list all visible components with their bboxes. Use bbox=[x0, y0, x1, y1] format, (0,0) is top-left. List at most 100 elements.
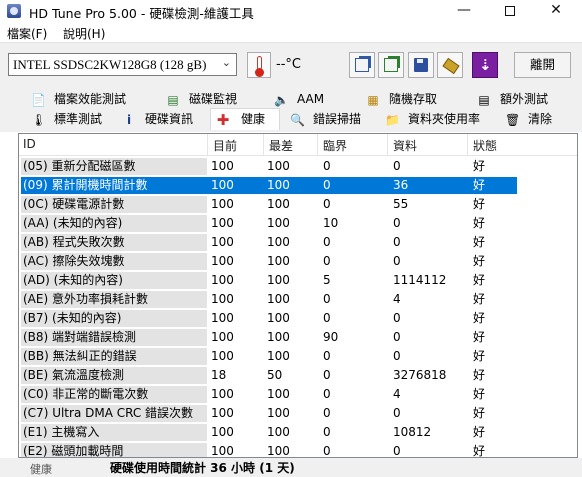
trash-icon: 🗑 bbox=[505, 113, 521, 127]
cell-threshold: 10 bbox=[323, 216, 339, 230]
table-row[interactable]: (C0) 非正常的斷電次數 100 100 0 4 好 bbox=[19, 385, 577, 404]
cell-threshold: 0 bbox=[323, 197, 331, 211]
cell-current: 100 bbox=[211, 330, 234, 344]
cell-data: 3276818 bbox=[393, 368, 447, 382]
table-row[interactable]: (AC) 擦除失效塊數 100 100 0 0 好 bbox=[19, 252, 577, 271]
menu-file[interactable]: 檔案(F) bbox=[7, 25, 47, 42]
close-button[interactable]: ✕ bbox=[533, 0, 579, 22]
exit-button[interactable]: 離開 bbox=[514, 52, 571, 78]
smart-attributes-table[interactable]: ID 目前 最差 臨界 資料 狀態 (05) 重新分配磁區數 100 100 0 0 好(… bbox=[18, 133, 578, 458]
cell-data: 0 bbox=[393, 349, 401, 363]
cell-threshold: 0 bbox=[323, 349, 331, 363]
cell-data: 0 bbox=[393, 216, 401, 230]
cell-threshold: 0 bbox=[323, 387, 331, 401]
table-row[interactable]: (BE) 氣流溫度檢測 18 50 0 3276818 好 bbox=[19, 366, 577, 385]
cell-current: 100 bbox=[211, 216, 234, 230]
cell-threshold: 0 bbox=[323, 292, 331, 306]
column-header-threshold[interactable]: 臨界 bbox=[323, 137, 347, 154]
folder-icon: 📁 bbox=[385, 113, 400, 127]
cell-worst: 50 bbox=[267, 368, 283, 382]
table-row[interactable]: (09) 累計開機時間計數 100 100 0 36 好 bbox=[19, 176, 577, 195]
info-icon: i bbox=[126, 113, 132, 127]
table-row[interactable]: (B7) (未知的內容) 100 100 0 0 好 bbox=[19, 309, 577, 328]
cell-status: 好 bbox=[473, 197, 486, 211]
table-row[interactable]: (E1) 主機寫入 100 100 0 10812 好 bbox=[19, 423, 577, 442]
benchmark-icon: 🌡 bbox=[31, 113, 47, 127]
table-row[interactable]: (AE) 意外功率損耗計數 100 100 0 4 好 bbox=[19, 290, 577, 309]
selection-highlight bbox=[207, 177, 517, 194]
cell-worst: 100 bbox=[267, 235, 290, 249]
cell-status: 好 bbox=[473, 387, 486, 401]
cell-data: 0 bbox=[393, 311, 401, 325]
cell-current: 100 bbox=[211, 178, 234, 192]
column-header-worst[interactable]: 最差 bbox=[269, 137, 293, 154]
table-row[interactable]: (E2) 磁頭加載時間 100 100 0 0 好 bbox=[19, 442, 577, 457]
table-row[interactable]: (AB) 程式失敗次數 100 100 0 0 好 bbox=[19, 233, 577, 252]
magnifier-icon: 🔍 bbox=[290, 113, 305, 127]
random-access-icon: ▦ bbox=[367, 93, 379, 107]
cell-worst: 100 bbox=[267, 406, 290, 420]
column-header-current[interactable]: 目前 bbox=[213, 137, 237, 154]
cell-worst: 100 bbox=[267, 216, 290, 230]
column-header-data[interactable]: 資料 bbox=[393, 137, 417, 154]
cell-status: 好 bbox=[473, 368, 486, 382]
drive-select[interactable]: INTEL SSDSC2KW128G8 (128 gB) ⌄ bbox=[8, 53, 237, 76]
cell-data: 0 bbox=[393, 159, 401, 173]
cell-id: (0C) 硬碟電源計數 bbox=[21, 196, 207, 213]
table-row[interactable]: (AD) (未知的內容) 100 100 5 1114112 好 bbox=[19, 271, 577, 290]
table-row[interactable]: (BB) 無法糾正的錯誤 100 100 0 0 好 bbox=[19, 347, 577, 366]
temperature-button[interactable] bbox=[247, 52, 271, 78]
table-row[interactable]: (B8) 端對端錯誤檢測 100 100 90 0 好 bbox=[19, 328, 577, 347]
column-header-status[interactable]: 狀態 bbox=[473, 137, 497, 154]
cell-threshold: 0 bbox=[323, 406, 331, 420]
menu-bar: 檔案(F) 說明(H) bbox=[0, 22, 582, 42]
table-row[interactable]: (05) 重新分配磁區數 100 100 0 0 好 bbox=[19, 157, 577, 176]
cell-id: (AD) (未知的內容) bbox=[21, 272, 207, 289]
cell-worst: 100 bbox=[267, 273, 290, 287]
table-row[interactable]: (0C) 硬碟電源計數 100 100 0 55 好 bbox=[19, 195, 577, 214]
table-row[interactable]: (C7) Ultra DMA CRC 錯誤次數 100 100 0 0 好 bbox=[19, 404, 577, 423]
cell-current: 100 bbox=[211, 159, 234, 173]
cell-threshold: 0 bbox=[323, 425, 331, 439]
maximize-button[interactable] bbox=[487, 0, 533, 22]
cell-current: 100 bbox=[211, 235, 234, 249]
save-icon bbox=[414, 58, 428, 72]
copy-text-button[interactable] bbox=[349, 52, 375, 78]
copy-text-icon bbox=[355, 58, 369, 72]
cell-threshold: 0 bbox=[323, 311, 331, 325]
column-header-id[interactable]: ID bbox=[23, 137, 36, 151]
minimize-button[interactable]: — bbox=[441, 0, 487, 22]
cell-data: 4 bbox=[393, 292, 401, 306]
cell-data: 0 bbox=[393, 235, 401, 249]
cell-worst: 100 bbox=[267, 330, 290, 344]
cell-id: (E2) 磁頭加載時間 bbox=[21, 443, 207, 457]
cell-data: 0 bbox=[393, 330, 401, 344]
health-cross-icon: ✚ bbox=[216, 111, 230, 129]
cell-id: (AB) 程式失敗次數 bbox=[21, 234, 207, 251]
table-row[interactable]: (AA) (未知的內容) 100 100 10 0 好 bbox=[19, 214, 577, 233]
download-button[interactable]: ⇣ bbox=[472, 52, 498, 78]
menu-help[interactable]: 說明(H) bbox=[63, 25, 105, 42]
cell-current: 100 bbox=[211, 349, 234, 363]
tab-label: 清除 bbox=[528, 112, 553, 126]
cell-status: 好 bbox=[473, 254, 486, 268]
cell-status: 好 bbox=[473, 349, 486, 363]
save-button[interactable] bbox=[408, 52, 434, 78]
maximize-icon bbox=[505, 6, 515, 16]
cell-worst: 100 bbox=[267, 197, 290, 211]
tab-label: 隨機存取 bbox=[389, 92, 438, 106]
cell-current: 100 bbox=[211, 292, 234, 306]
cell-id: (05) 重新分配磁區數 bbox=[21, 158, 207, 175]
cell-id: (E1) 主機寫入 bbox=[21, 424, 207, 441]
tab-label: 健康 bbox=[241, 112, 266, 126]
cell-id: (BB) 無法糾正的錯誤 bbox=[21, 348, 207, 365]
tab-health[interactable]: ✚ 健康 bbox=[210, 108, 280, 130]
copy-screen-button[interactable] bbox=[378, 52, 404, 78]
download-icon: ⇣ bbox=[479, 56, 492, 74]
options-button[interactable] bbox=[437, 52, 463, 78]
cell-id: (09) 累計開機時間計數 bbox=[21, 177, 207, 194]
column-divider bbox=[207, 134, 208, 156]
cell-data: 1114112 bbox=[393, 273, 447, 287]
table-header: ID 目前 最差 臨界 資料 狀態 bbox=[19, 134, 577, 156]
cell-threshold: 0 bbox=[323, 178, 331, 192]
